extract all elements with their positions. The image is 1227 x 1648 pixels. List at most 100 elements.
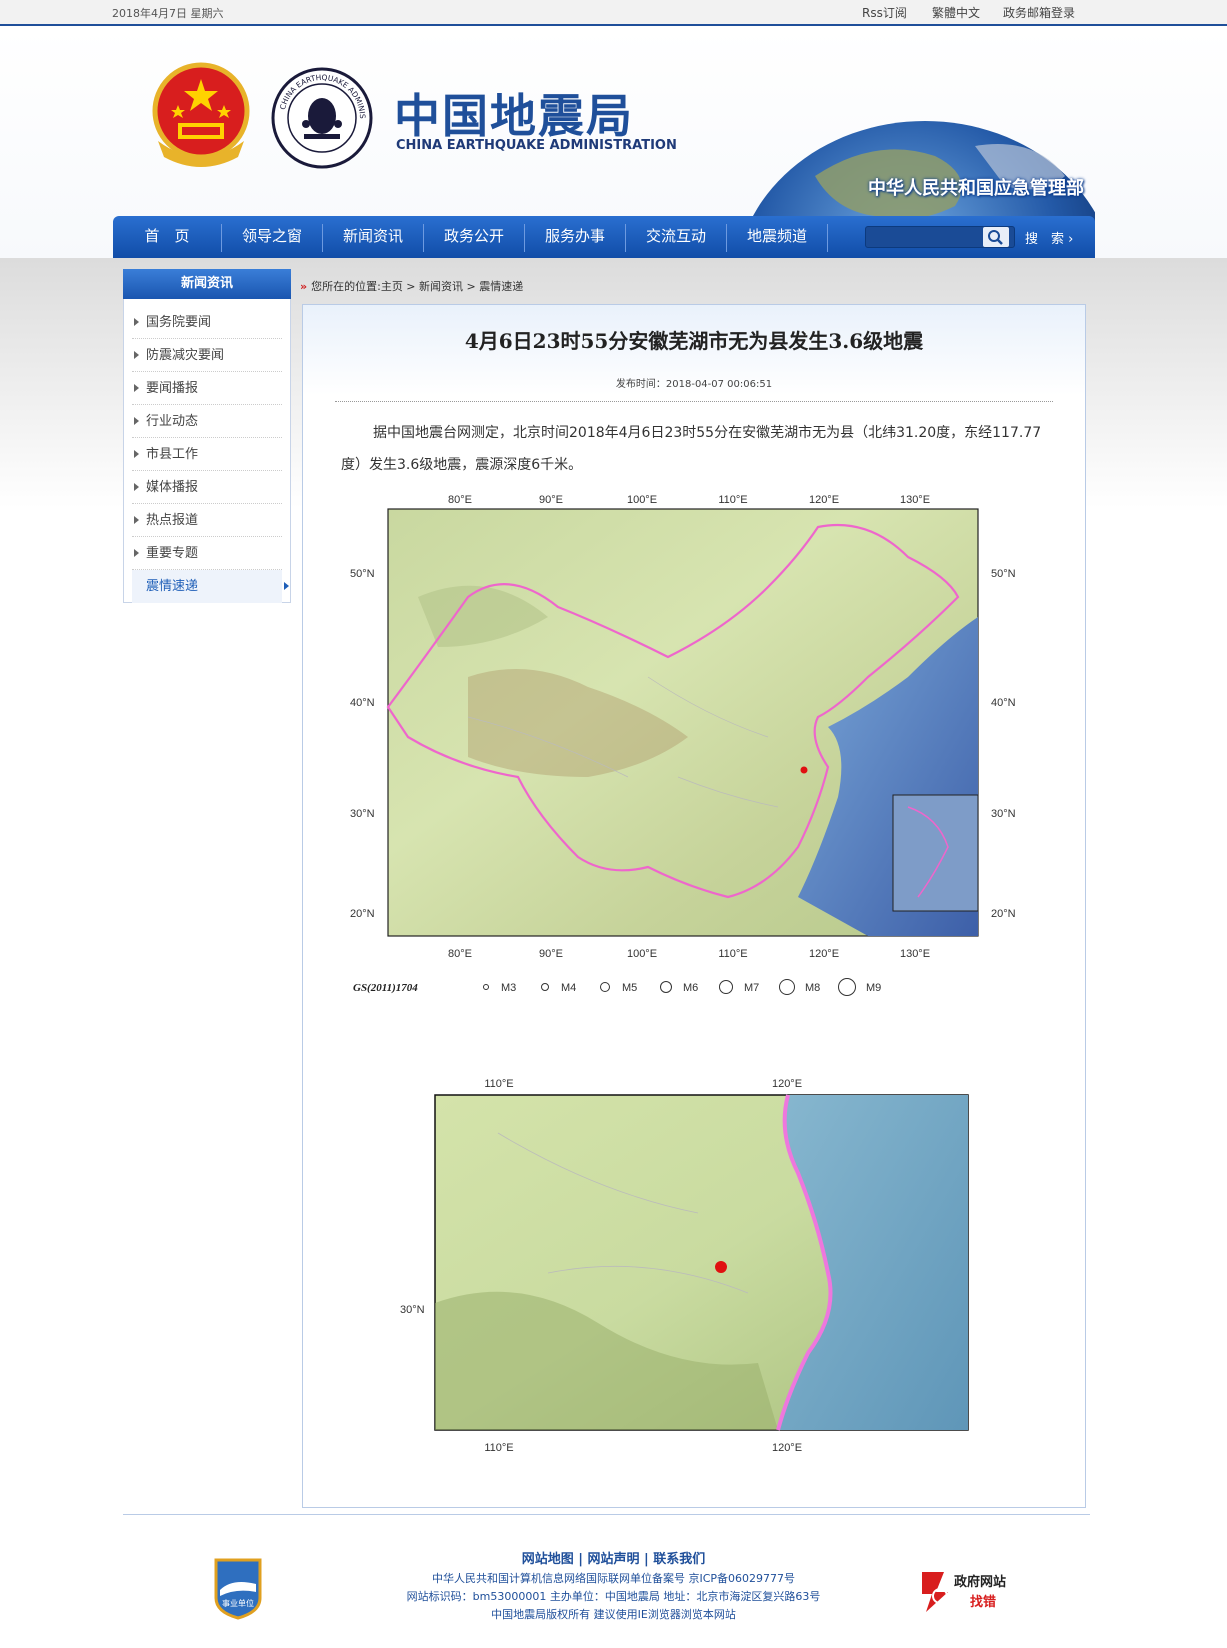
chevron-right-icon [134,549,139,557]
search-label[interactable]: 搜 索 › [1025,228,1073,247]
chevron-right-icon [134,483,139,491]
article-body: 据中国地震台网测定，北京时间2018年4月6日23时55分在安徽芜湖市无为县（北… [341,425,1042,473]
site-logo-text[interactable]: 中国地震局 [394,80,634,146]
regional-map: 110°E 120°E 110°E 120°E 30°N [398,1073,1000,1473]
map1-y-tick-right: 30°N [991,808,1016,820]
map2-x-tick-bottom: 120°E [772,1442,802,1454]
footer-divider [123,1514,1090,1515]
map1-x-tick: 90°E [539,494,563,506]
sidebar-item-label: 要闻播报 [146,381,199,396]
sidebar-title: 新闻资讯 [123,269,291,299]
sidebar-item-label: 防震减灾要闻 [146,348,225,363]
breadcrumb-marker-icon: » [300,280,308,293]
map2-x-tick: 110°E [484,1078,513,1090]
sidebar-item-state-council[interactable]: 国务院要闻 [132,306,282,339]
sidebar-item-hot-reports[interactable]: 热点报道 [132,504,282,537]
search-button[interactable] [983,227,1009,247]
chevron-right-icon [284,582,289,590]
sidebar-item-label: 媒体播报 [146,480,199,495]
breadcrumb: » 您所在的位置:主页 > 新闻资讯 > 震情速递 [300,278,523,294]
map1-x-tick-bottom: 120°E [809,948,839,960]
map1-x-tick-bottom: 130°E [900,948,930,960]
gov-site-label: 政府网站 [954,1574,1006,1590]
top-bar: 2018年4月7日 星期六 Rss订阅 繁體中文 政务邮箱登录 [0,0,1227,26]
legend-label: M3 [501,982,516,994]
epicenter-marker [800,766,808,774]
sidebar-item-label: 重要专题 [146,546,199,561]
map1-y-tick-right: 50°N [991,568,1016,580]
legend-label: M5 [622,982,637,994]
map1-y-tick: 40°N [350,697,375,709]
footer-links[interactable]: 网站地图 | 网站声明 | 联系我们 [0,1548,1227,1567]
rss-link[interactable]: Rss订阅 [862,4,907,21]
sidebar-item-special-topics[interactable]: 重要专题 [132,537,282,570]
map2-y-tick: 30°N [400,1304,425,1316]
nav-earthquake-channel[interactable]: 地震频道 [727,216,827,258]
nav-interaction[interactable]: 交流互动 [626,216,726,258]
map1-y-tick: 30°N [350,808,375,820]
map1-x-tick: 120°E [809,494,839,506]
national-emblem-icon [152,62,250,167]
sidebar: 新闻资讯 国务院要闻 防震减灾要闻 要闻播报 行业动态 市县工作 媒体播报 热点… [123,269,291,603]
legend-label: M7 [744,982,759,994]
search-icon [988,230,1003,245]
map1-x-tick-bottom: 100°E [627,948,657,960]
map1-y-tick: 50°N [350,568,375,580]
map2-x-tick: 120°E [772,1078,802,1090]
sidebar-item-county-work[interactable]: 市县工作 [132,438,282,471]
map1-gs-code: GS(2011)1704 [353,982,418,994]
nav-government-affairs[interactable]: 政务公开 [424,216,524,258]
legend-label: M9 [866,982,881,994]
map2-x-tick-bottom: 110°E [484,1442,513,1454]
sidebar-item-media[interactable]: 媒体播报 [132,471,282,504]
map1-x-tick: 110°E [718,494,747,506]
sidebar-item-label: 热点报道 [146,513,199,528]
chevron-right-icon [134,318,139,326]
sidebar-item-disaster-reduction[interactable]: 防震减灾要闻 [132,339,282,372]
current-date: 2018年4月7日 星期六 [112,7,224,20]
chevron-right-icon [134,384,139,392]
ministry-title: 中华人民共和国应急管理部 [868,178,1084,199]
footer-icp: 中华人民共和国计算机信息网络国际联网单位备案号 京ICP备06029777号 [431,1572,796,1585]
traditional-chinese-link[interactable]: 繁體中文 [932,4,980,21]
legend-label: M8 [805,982,820,994]
breadcrumb-text[interactable]: 您所在的位置:主页 > 新闻资讯 > 震情速递 [311,280,523,293]
divider [335,401,1053,402]
chevron-right-icon [134,351,139,359]
legend-label: M6 [683,982,698,994]
chevron-right-icon [134,450,139,458]
footer-copyright: 中国地震局版权所有 建议使用IE浏览器浏览本网站 [491,1608,736,1621]
nav-separator [827,224,828,252]
sidebar-item-label: 市县工作 [146,447,199,462]
sidebar-item-label: 震情速递 [146,579,199,594]
footer-address: 网站标识码：bm53000001 主办单位：中国地震局 地址：北京市海淀区复兴路… [406,1590,821,1603]
gov-site-find-error-icon[interactable]: 政府网站 找错 [918,1566,1028,1616]
map1-x-tick: 100°E [627,494,657,506]
map1-y-tick: 20°N [350,908,375,920]
sidebar-item-industry[interactable]: 行业动态 [132,405,282,438]
nav-home[interactable]: 首 页 [113,216,221,258]
map1-x-tick: 130°E [900,494,930,506]
main-nav: 首 页 领导之窗 新闻资讯 政务公开 服务办事 交流互动 地震频道 搜 索 › [113,216,1095,258]
public-institution-badge-icon[interactable]: 事业单位 [212,1556,264,1620]
map1-y-tick-right: 40°N [991,697,1016,709]
find-error-label: 找错 [970,1594,996,1610]
map1-y-tick-right: 20°N [991,908,1016,920]
article-panel: 4月6日23时55分安徽芜湖市无为县发生3.6级地震 发布时间：2018-04-… [302,304,1086,1508]
sidebar-item-label: 国务院要闻 [146,315,212,330]
mail-login-link[interactable]: 政务邮箱登录 [1003,4,1075,21]
badge-label: 事业单位 [222,1598,254,1608]
sidebar-item-headlines[interactable]: 要闻播报 [132,372,282,405]
publish-time: 发布时间：2018-04-07 00:06:51 [615,379,773,390]
china-overview-map: 80°E 90°E 100°E 110°E 120°E 130°E 80°E 9… [348,477,1048,1015]
cea-seal-icon: CHINA EARTHQUAKE ADMINISTRATION [270,66,373,169]
chevron-right-icon [134,417,139,425]
map1-x-tick-bottom: 80°E [448,948,472,960]
map1-x-tick-bottom: 90°E [539,948,563,960]
nav-leadership[interactable]: 领导之窗 [222,216,322,258]
sidebar-item-seismic-express[interactable]: 震情速递 [132,570,289,603]
nav-news[interactable]: 新闻资讯 [323,216,423,258]
nav-services[interactable]: 服务办事 [525,216,625,258]
chevron-right-icon [134,516,139,524]
map1-x-tick-bottom: 110°E [718,948,747,960]
